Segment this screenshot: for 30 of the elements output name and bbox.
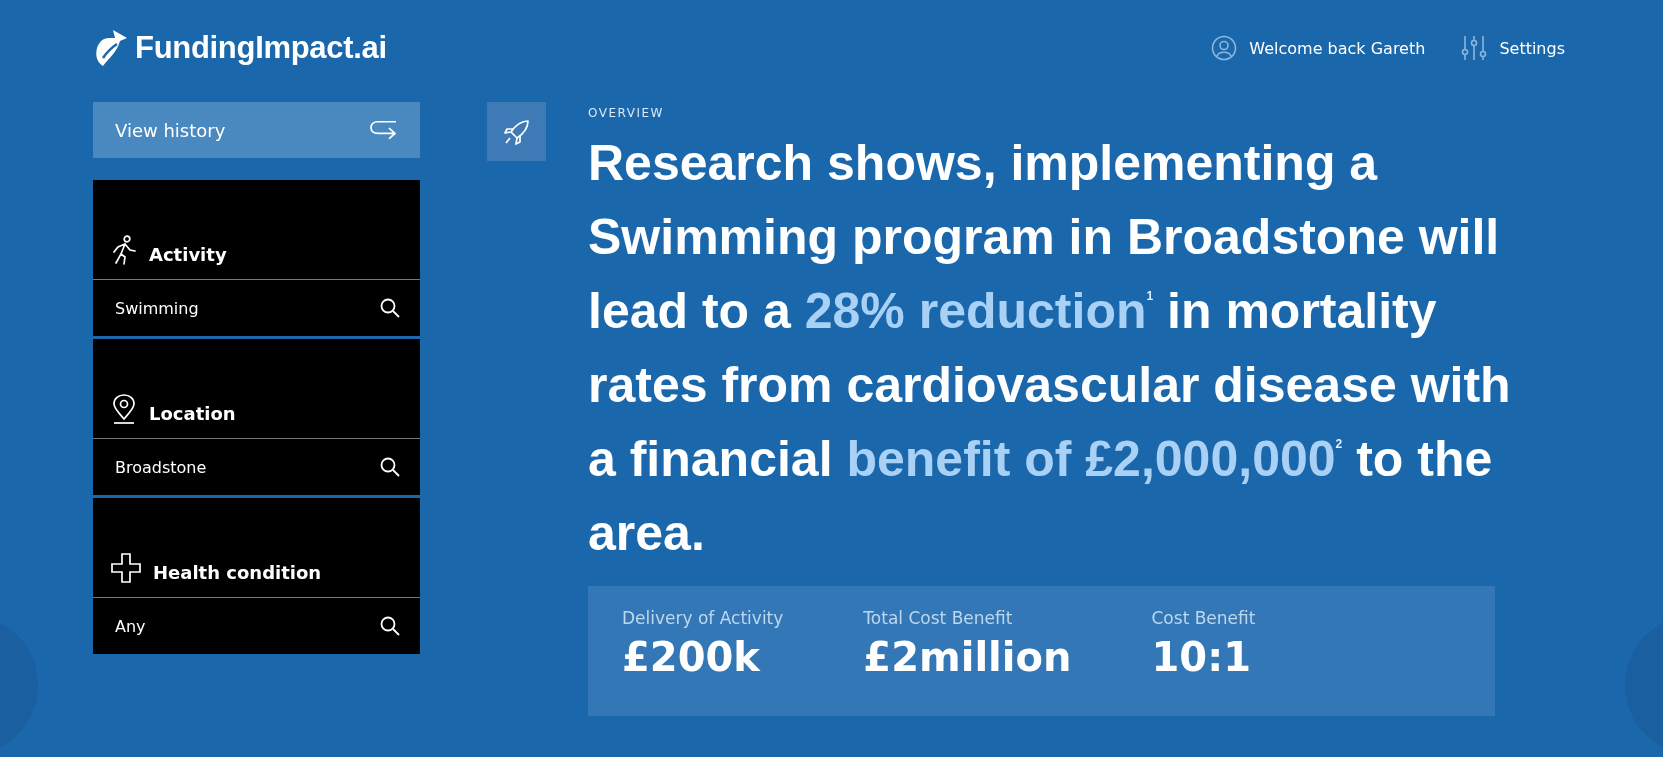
- user-icon: [1211, 35, 1238, 61]
- stat-label: Cost Benefit: [1151, 608, 1256, 628]
- walking-person-icon: [111, 235, 137, 265]
- search-icon: [380, 298, 400, 318]
- filter-search-field[interactable]: Swimming: [93, 279, 420, 336]
- rocket-tile[interactable]: [487, 102, 546, 161]
- user-link[interactable]: Welcome back Gareth: [1211, 35, 1426, 61]
- cross-icon: [111, 553, 141, 583]
- stat-label: Delivery of Activity: [622, 608, 784, 628]
- filter-label: Location: [149, 403, 236, 424]
- search-icon: [380, 616, 400, 636]
- location-pin-icon: [111, 394, 137, 424]
- filter-label: Activity: [149, 244, 227, 265]
- headline: Research shows, implementing a Swimming program in Broadstone will lead to a 28% reduction$^{1}$ in mortality rates from cardiovascular disease with a financial benefit of £2,000,000$^{2}$ to the area.: [588, 134, 1512, 563]
- return-arrow-icon: [368, 119, 398, 141]
- filter-search-field[interactable]: Any: [93, 597, 420, 654]
- settings-icon: [1461, 35, 1488, 61]
- view-history-button[interactable]: View history: [93, 102, 420, 158]
- filter-search-field[interactable]: Broadstone: [93, 438, 420, 495]
- logo-arrow-icon: [93, 28, 129, 68]
- stat-value: 10:1: [1151, 634, 1252, 680]
- stat-value: £200k: [622, 634, 762, 680]
- stat-label: Total Cost Benefit: [863, 608, 1014, 628]
- search-icon: [380, 457, 400, 477]
- stat-value: £2million: [863, 634, 1072, 680]
- settings-link[interactable]: Settings: [1461, 35, 1565, 61]
- filter-label: Health condition: [153, 562, 322, 583]
- rocket-icon: [502, 117, 531, 146]
- section-eyebrow: OVERVIEW: [588, 106, 665, 120]
- brand-name[interactable]: FundingImpact.ai: [135, 30, 387, 66]
